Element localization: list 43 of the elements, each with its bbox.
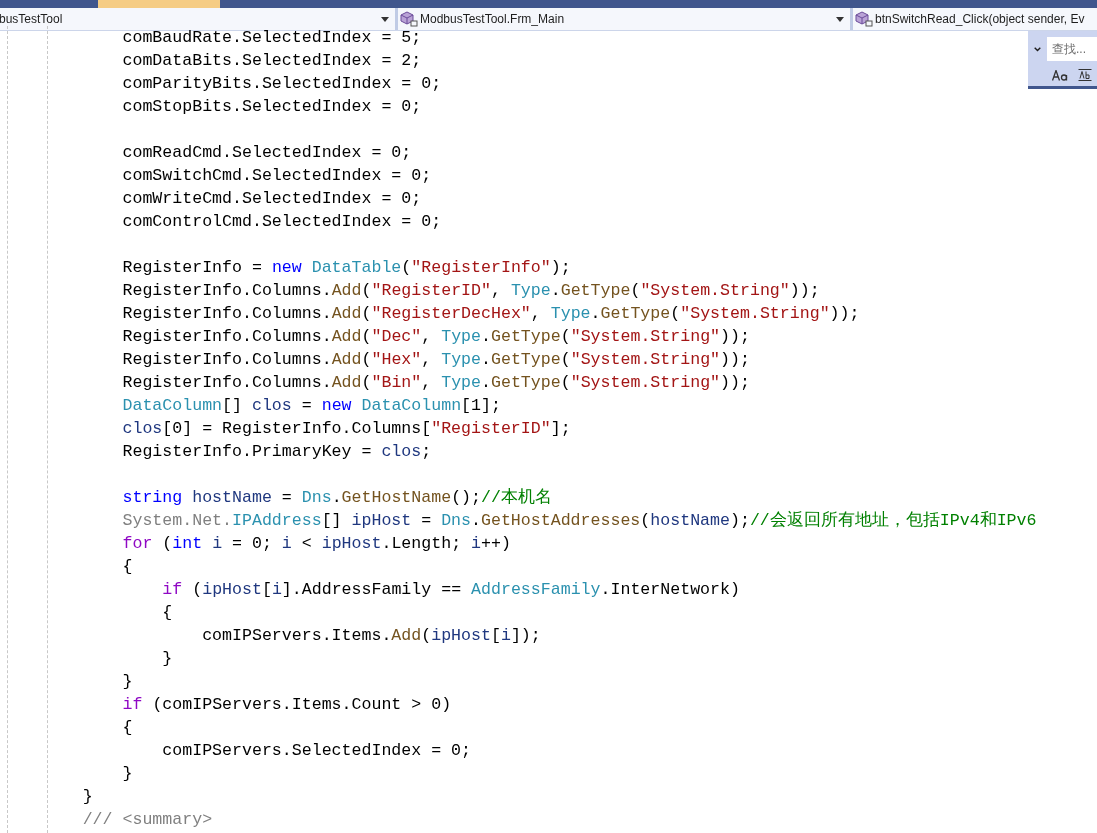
code-line: { xyxy=(121,556,133,578)
match-case-icon[interactable] xyxy=(1052,69,1068,81)
chevron-icon[interactable] xyxy=(1034,45,1041,53)
class-icon xyxy=(400,11,418,27)
code-line: if (comIPServers.Items.Count > 0) xyxy=(121,694,452,716)
code-line: RegisterInfo.Columns.Add("Hex", Type.GetType("System.String")); xyxy=(121,349,750,371)
code-line: RegisterInfo = new DataTable("RegisterInfo"); xyxy=(121,257,571,279)
code-line: comControlCmd.SelectedIndex = 0; xyxy=(121,211,442,233)
project-dropdown[interactable]: busTestTool xyxy=(0,8,398,30)
member-dropdown[interactable]: btnSwitchRead_Click(object sender, Ev xyxy=(853,8,1097,30)
code-line: comStopBits.SelectedIndex = 0; xyxy=(121,96,422,118)
code-line: /// <summary> xyxy=(81,809,213,831)
code-line: string hostName = Dns.GetHostName();//本机名 xyxy=(121,487,552,509)
whole-word-icon[interactable] xyxy=(1078,69,1092,81)
code-line: RegisterInfo.PrimaryKey = clos; xyxy=(121,441,432,463)
code-line: comWriteCmd.SelectedIndex = 0; xyxy=(121,188,422,210)
caret-icon xyxy=(381,16,389,22)
code-line: { xyxy=(121,717,133,739)
class-dropdown[interactable]: ModbusTestTool.Frm_Main xyxy=(398,8,853,30)
code-line: for (int i = 0; i < ipHost.Length; i++) xyxy=(121,533,511,555)
code-line: } xyxy=(121,671,133,693)
code-line: clos[0] = RegisterInfo.Columns["RegisterID"]; xyxy=(121,418,571,440)
code-line: { xyxy=(161,602,173,624)
code-line: } xyxy=(81,786,93,808)
code-line: System.Net.IPAddress[] ipHost = Dns.GetHostAddresses(hostName);//会返回所有地址，包括IPv4和IPv6 xyxy=(121,510,1037,532)
code-line: if (ipHost[i].AddressFamily == AddressFamily.InterNetwork) xyxy=(161,579,740,601)
caret-icon xyxy=(836,16,844,22)
code-line: } xyxy=(121,763,133,785)
code-line: } xyxy=(161,648,173,670)
search-field[interactable]: 查找... xyxy=(1047,37,1097,61)
code-line: comReadCmd.SelectedIndex = 0; xyxy=(121,142,412,164)
code-line: RegisterInfo.Columns.Add("RegisterID", Type.GetType("System.String")); xyxy=(121,280,820,302)
code-line: comIPServers.SelectedIndex = 0; xyxy=(161,740,472,762)
code-line: comDataBits.SelectedIndex = 2; xyxy=(121,50,422,72)
code-line: comSwitchCmd.SelectedIndex = 0; xyxy=(121,165,432,187)
method-icon xyxy=(855,11,873,27)
code-line: comParityBits.SelectedIndex = 0; xyxy=(121,73,442,95)
code-line: comBaudRate.SelectedIndex = 5; xyxy=(121,27,422,49)
code-line: RegisterInfo.Columns.Add("Dec", Type.GetType("System.String")); xyxy=(121,326,750,348)
code-line: comIPServers.Items.Add(ipHost[i]); xyxy=(201,625,541,647)
code-line: RegisterInfo.Columns.Add("Bin", Type.GetType("System.String")); xyxy=(121,372,750,394)
code-line: DataColumn[] clos = new DataColumn[1]; xyxy=(121,395,501,417)
code-line: RegisterInfo.Columns.Add("RegisterDecHex", Type.GetType("System.String")); xyxy=(121,303,860,325)
